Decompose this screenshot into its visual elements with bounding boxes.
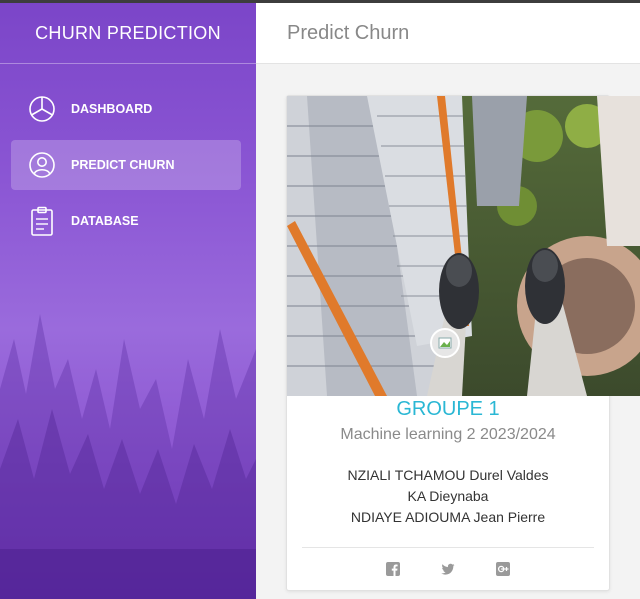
forest-background [0, 314, 256, 599]
list-item: KA Dieynaba [407, 488, 489, 504]
pie-chart-icon [27, 94, 57, 124]
top-header: Predict Churn [256, 3, 640, 64]
profile-card: GROUPE 1 Machine learning 2 2023/2024 NZ… [286, 95, 640, 591]
broken-image-icon [430, 328, 460, 358]
sidebar-item-label: PREDICT CHURN [71, 158, 175, 172]
card-subtitle: Machine learning 2 2023/2024 [340, 426, 556, 443]
sidebar-item-label: DATABASE [71, 214, 139, 228]
sidebar-item-dashboard[interactable]: DASHBOARD [11, 84, 241, 134]
facebook-icon[interactable] [386, 562, 400, 576]
user-circle-icon [27, 150, 57, 180]
sidebar-item-label: DASHBOARD [71, 102, 153, 116]
social-links [287, 562, 609, 578]
window-top-bar [0, 0, 640, 3]
sidebar-item-database[interactable]: DATABASE [11, 196, 241, 246]
sidebar: CHURN PREDICTION DASHBOARD PREDICT CHURN… [0, 0, 256, 599]
app-brand[interactable]: CHURN PREDICTION [0, 3, 256, 64]
group-title: GROUPE 1 [396, 398, 500, 420]
google-plus-icon[interactable] [496, 562, 510, 576]
list-item: NDIAYE ADIOUMA Jean Pierre [350, 509, 546, 525]
member-list: NZIALI TCHAMOU Durel Valdes KA Dieynaba … [287, 465, 609, 528]
sidebar-nav: DASHBOARD PREDICT CHURN DATABASE [11, 84, 241, 252]
page-title: Predict Churn [287, 21, 410, 44]
twitter-icon[interactable] [441, 562, 455, 576]
list-item: NZIALI TCHAMOU Durel Valdes [347, 467, 549, 483]
card-divider [302, 547, 594, 548]
card-cover-image [287, 96, 640, 396]
sidebar-item-predict-churn[interactable]: PREDICT CHURN [11, 140, 241, 190]
clipboard-icon [27, 206, 57, 236]
